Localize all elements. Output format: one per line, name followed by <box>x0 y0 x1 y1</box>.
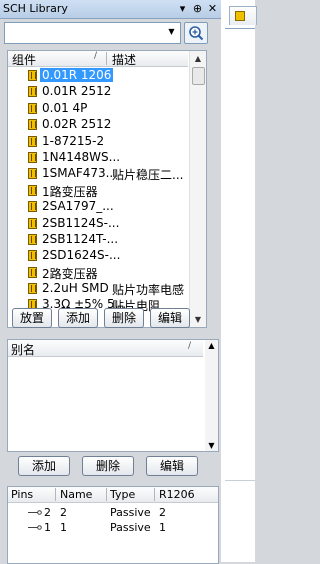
component-row[interactable]: 2SD1624S-... <box>8 247 188 263</box>
pin-name: 2 <box>60 506 67 519</box>
column-header-pins[interactable]: Pins <box>11 488 33 501</box>
component-list[interactable]: 组件 / 描述 0.01R 1206 0.01R 2512 0.01 4P 0.02R… <box>7 50 207 328</box>
document-tab-divider <box>225 28 255 29</box>
component-row[interactable]: 1N4148WS... <box>8 149 188 165</box>
sch-library-panel: SCH Library ▾ ⊕ ✕ ▼ 组件 / 描述 0.01R 1206 0… <box>0 0 221 564</box>
delete-component-button[interactable]: 删除 <box>104 308 144 328</box>
component-name: 0.01 4P <box>42 100 88 115</box>
edit-component-button[interactable]: 编辑 <box>150 308 190 328</box>
pin-type: Passive <box>110 521 151 534</box>
component-row[interactable]: 2SB1124T-... <box>8 231 188 247</box>
column-header-type[interactable]: Type <box>110 488 135 501</box>
component-icon <box>28 168 37 180</box>
component-name: 1N4148WS... <box>42 149 121 164</box>
document-area[interactable] <box>221 0 255 562</box>
pin-type: Passive <box>110 506 151 519</box>
component-name: 1-87215-2 <box>42 133 105 148</box>
component-icon <box>28 184 37 196</box>
column-header-component[interactable]: 组件 <box>12 51 36 68</box>
pins-list-header: Pins Name Type R1206 <box>8 487 218 503</box>
pin-r1206: 1 <box>159 521 166 534</box>
component-row[interactable]: 2SB1124S-... <box>8 215 188 231</box>
document-tab[interactable] <box>229 6 257 25</box>
scroll-up-icon[interactable]: ▲ <box>190 51 206 66</box>
component-name: 2SA1797_... <box>42 199 114 214</box>
component-name: 2SB1124S-... <box>42 215 120 230</box>
component-row[interactable]: 0.02R 2512 <box>8 116 188 132</box>
component-name: 1SMAF473... <box>42 166 118 181</box>
component-icon <box>28 201 37 213</box>
component-row[interactable]: 1路变压器 <box>8 182 188 199</box>
pin-icon[interactable]: ⊕ <box>192 2 203 15</box>
component-name: 2.2uH SMD <box>42 281 109 296</box>
component-name: 2SD1624S-... <box>42 248 121 263</box>
component-icon <box>28 266 37 278</box>
component-list-header: 组件 / 描述 <box>8 51 188 67</box>
magnifier-plus-icon <box>189 26 204 41</box>
component-name: 0.01R 2512 <box>42 84 112 99</box>
component-icon <box>28 250 37 262</box>
component-icon <box>28 135 37 147</box>
column-header-alias[interactable]: 别名 <box>11 341 35 358</box>
component-row[interactable]: 0.01R 1206 <box>8 67 188 83</box>
pin-number: 2 <box>44 506 51 519</box>
component-row[interactable]: 1SMAF473... 贴片稳压二... <box>8 165 188 182</box>
component-icon <box>28 102 37 114</box>
add-alias-button[interactable]: 添加 <box>18 456 70 476</box>
component-name: 0.01R 1206 <box>40 68 114 82</box>
pins-list[interactable]: Pins Name Type R1206 2 2 Passive 2 1 1 P… <box>7 486 219 564</box>
component-icon <box>28 217 37 229</box>
component-icon <box>28 151 37 163</box>
component-row[interactable]: 2SA1797_... <box>8 198 188 214</box>
component-icon <box>28 233 37 245</box>
sort-icon: / <box>94 51 98 61</box>
component-row[interactable]: 2.2uH SMD 贴片功率电感 <box>8 280 188 297</box>
delete-alias-button[interactable]: 删除 <box>82 456 134 476</box>
alias-list[interactable]: 别名 / ▲ ▼ <box>7 339 219 452</box>
panel-title: SCH Library <box>3 2 68 15</box>
pin-icon <box>28 525 42 530</box>
pin-name: 1 <box>60 521 67 534</box>
edit-alias-button[interactable]: 编辑 <box>146 456 198 476</box>
component-row[interactable]: 0.01 4P <box>8 100 188 116</box>
column-header-name[interactable]: Name <box>60 488 92 501</box>
search-combobox[interactable]: ▼ <box>4 22 181 44</box>
place-button[interactable]: 放置 <box>12 308 52 328</box>
dropdown-arrow-icon[interactable]: ▾ <box>177 2 188 15</box>
add-component-button[interactable]: 添加 <box>58 308 98 328</box>
component-row[interactable]: 0.01R 2512 <box>8 83 188 99</box>
pin-number: 1 <box>44 521 51 534</box>
sort-icon: / <box>188 341 192 351</box>
component-icon <box>28 86 37 98</box>
component-row[interactable]: 2路变压器 <box>8 264 188 281</box>
component-icon <box>28 119 37 131</box>
close-icon[interactable]: ✕ <box>207 2 218 15</box>
search-button[interactable] <box>184 22 208 44</box>
pin-icon <box>28 510 42 515</box>
column-header-description[interactable]: 描述 <box>112 51 136 68</box>
pin-row[interactable]: 2 2 Passive 2 <box>8 505 218 520</box>
column-header-r1206[interactable]: R1206 <box>159 488 195 501</box>
scroll-up-icon[interactable]: ▲ <box>205 341 218 350</box>
component-icon <box>28 283 37 295</box>
chevron-down-icon[interactable]: ▼ <box>165 25 178 39</box>
scroll-thumb[interactable] <box>192 67 205 85</box>
schematic-doc-icon <box>235 11 245 21</box>
pin-r1206: 2 <box>159 506 166 519</box>
component-icon <box>28 70 37 81</box>
component-row[interactable]: 1-87215-2 <box>8 133 188 149</box>
alias-scrollbar[interactable]: ▲ ▼ <box>205 340 218 451</box>
panel-titlebar: SCH Library ▾ ⊕ ✕ <box>0 0 221 19</box>
pin-row[interactable]: 1 1 Passive 1 <box>8 520 218 535</box>
component-list-scrollbar[interactable]: ▲ ▼ <box>189 51 206 327</box>
component-name: 2SB1124T-... <box>42 231 119 246</box>
component-name: 0.02R 2512 <box>42 117 112 132</box>
alias-list-header: 别名 / <box>8 340 203 357</box>
document-divider <box>225 480 255 481</box>
scroll-down-icon[interactable]: ▼ <box>205 441 218 450</box>
